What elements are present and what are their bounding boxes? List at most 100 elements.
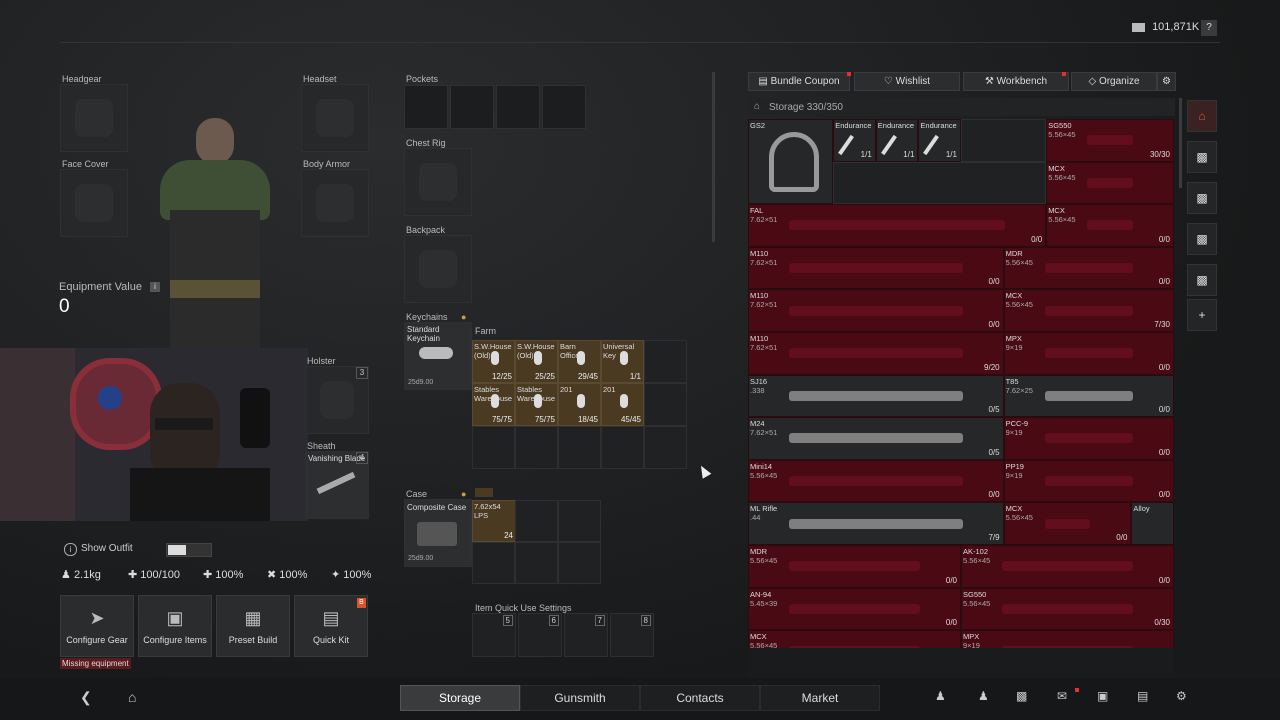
storage-item[interactable]: Endurance 1/1 [833,119,876,162]
tab-contacts[interactable]: Contacts [640,685,760,711]
quick-use-slot[interactable]: 8 [610,613,654,657]
storage-item[interactable]: M110 7.62×51 0/0 [748,289,1004,332]
configure-gear-button[interactable]: ➤ Configure Gear [60,595,134,657]
key-item[interactable]: 201 18/45 [558,383,601,426]
add-icon[interactable]: + [1187,299,1217,331]
headset-slot[interactable] [301,84,369,152]
case-grid-cell[interactable] [515,500,558,542]
key-item[interactable]: Stables Warehouse75/75 [515,383,558,426]
item-title: M110 [750,291,769,301]
storage-item[interactable]: AN-94 5.45×39 0/0 [748,587,961,631]
key-grid-cell[interactable] [644,426,687,469]
quick-use-slot[interactable]: 7 [564,613,608,657]
scrollbar[interactable] [712,72,715,242]
key-item[interactable]: Barn Office 29/45 [558,340,601,383]
workbench-button[interactable]: ⚒ Workbench [963,72,1069,91]
storage-item[interactable]: MCX 5.56×45 0/0 [1046,204,1174,247]
chat-icon[interactable]: ▩ [1016,689,1027,703]
storage-item[interactable]: M24 7.62×51 0/5 [748,417,1004,460]
storage-item[interactable]: PP19 9×19 0/0 [1003,459,1174,503]
storage-item[interactable]: PCC-9 9×19 0/0 [1003,417,1174,460]
item-name: M110 7.62×51 [750,291,777,309]
profile-icon[interactable]: ♟ [978,689,989,703]
storage-item[interactable]: MDR 5.56×45 0/0 [748,545,961,588]
storage-item[interactable]: AK-102 5.56×45 0/0 [961,545,1174,588]
storage-item[interactable]: FAL 7.62×51 0/0 [748,204,1047,247]
pocket-slot[interactable] [542,85,586,129]
headgear-slot[interactable] [60,84,128,152]
key-grid-cell[interactable] [558,426,601,469]
keychain-slot[interactable]: Standard Keychain 25d9.00 [404,322,472,390]
empty-storage-cell[interactable] [961,119,1047,162]
key-grid-cell[interactable] [515,426,558,469]
storage-item[interactable]: MCX 5.56×45 0/0 [1003,502,1132,545]
bag-icon[interactable]: ▣ [1097,689,1108,703]
storage-item[interactable]: SG550 5.56×45 30/30 [1046,119,1174,162]
chest-rig-slot[interactable] [404,148,472,216]
back-icon[interactable]: ❮ [80,689,92,706]
pocket-slot[interactable] [496,85,540,129]
storage-item[interactable]: M110 7.62×51 0/0 [748,246,1004,290]
configure-items-button[interactable]: ▣ Configure Items [138,595,212,657]
tab-market[interactable]: Market [760,685,880,711]
pocket-slot[interactable] [404,85,448,129]
storage-item[interactable]: Alloy [1131,502,1174,545]
info-icon[interactable]: i [150,282,160,292]
key-item[interactable]: S.W.House (Old) 25/25 [515,340,558,383]
key-item[interactable]: 201 45/45 [601,383,644,426]
key-item[interactable]: Universal Key 1/1 [601,340,644,383]
case-grid-cell[interactable] [558,500,601,542]
storage-tab-icon[interactable]: ⌂ [1187,100,1217,132]
tab-storage[interactable]: Storage [400,685,520,711]
quick-use-slot[interactable]: 6 [518,613,562,657]
pocket-slot[interactable] [450,85,494,129]
face-cover-slot[interactable] [60,169,128,237]
preset-build-button[interactable]: ▦ Preset Build [216,595,290,657]
key-item[interactable]: Stables Warehouse75/75 [472,383,515,426]
storage-item[interactable]: MDR 5.56×45 0/0 [1003,246,1174,290]
storage-item[interactable]: Mini14 5.56×45 0/0 [748,459,1004,503]
storage-item[interactable]: Endurance 1/1 [875,119,919,162]
show-outfit-toggle[interactable] [166,543,212,557]
backpack-slot[interactable] [404,235,472,303]
key-grid-cell[interactable] [472,426,515,469]
storage-item[interactable]: MCX 5.56×45 [1046,161,1174,205]
storage-item[interactable]: T85 7.62×25 0/0 [1003,374,1174,418]
storage-scrollbar[interactable] [1179,98,1182,188]
quick-use-slot[interactable]: 5 [472,613,516,657]
case-grid-cell[interactable] [558,542,601,584]
settings-button[interactable]: ⚙ [1157,72,1176,91]
storage-item[interactable]: GS2 [748,119,834,205]
body-armor-slot[interactable] [301,169,369,237]
bundle-coupon-button[interactable]: ▤ Bundle Coupon [748,72,850,91]
storage-item[interactable]: MCX 5.56×45 7/30 [1003,289,1174,332]
tab-gunsmith[interactable]: Gunsmith [520,685,640,711]
home-icon[interactable]: ⌂ [128,689,136,705]
box-icon[interactable]: ▩ [1187,182,1217,214]
key-grid-cell[interactable] [644,340,687,383]
empty-storage-cell[interactable] [833,161,1047,205]
mail-icon[interactable]: ✉ [1057,689,1067,703]
case-slot[interactable]: Composite Case 25d9.00 [404,499,472,567]
box-icon[interactable]: ▩ [1187,223,1217,255]
friends-icon[interactable]: ♟ [935,689,946,703]
wishlist-button[interactable]: ♡ Wishlist [854,72,960,91]
storage-item[interactable]: Endurance 1/1 [918,119,961,162]
notes-icon[interactable]: ▤ [1137,689,1148,703]
box-icon[interactable]: ▩ [1187,264,1217,296]
storage-item[interactable]: SG550 5.56×45 0/30 [961,587,1174,631]
storage-item[interactable]: MPX 9×19 0/0 [1003,332,1174,375]
ammo-item[interactable]: 7.62x54 LPS 24 [472,500,516,542]
box-icon[interactable]: ▩ [1187,141,1217,173]
key-item[interactable]: S.W.House (Old) 12/25 [472,340,515,383]
case-grid-cell[interactable] [515,542,558,584]
key-grid-cell[interactable] [644,383,687,426]
storage-item[interactable]: SJ16.338 0/5 [748,374,1004,418]
storage-item[interactable]: ML Rifle .44 7/9 [748,502,1004,545]
gear-icon[interactable]: ⚙ [1176,689,1187,703]
storage-item[interactable]: M110 7.62×51 9/20 [748,332,1004,375]
key-grid-cell[interactable] [601,426,644,469]
help-button[interactable]: ? [1201,20,1217,36]
case-grid-cell[interactable] [472,542,515,584]
organize-button[interactable]: ◇ Organize [1071,72,1157,91]
